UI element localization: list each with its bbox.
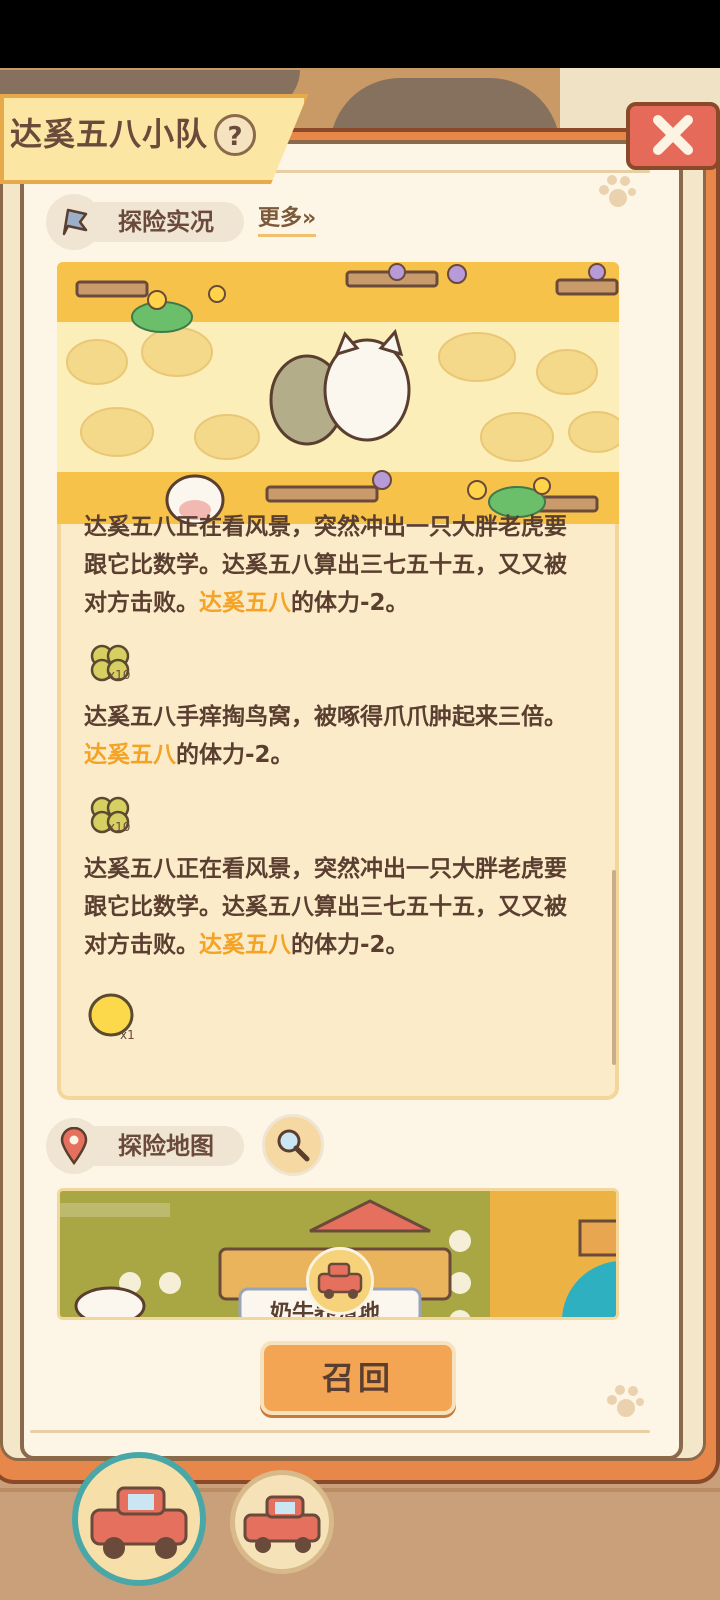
flag-icon [46,194,102,250]
adventure-map[interactable]: 奶牛养殖地 [57,1188,619,1320]
log-entry-name: 达奚五八 [84,742,176,768]
log-entry-name: 达奚五八 [199,590,291,616]
help-button[interactable]: ? [214,114,256,156]
reward-count: x1 [120,1028,135,1042]
clover-icon: x10 [88,792,138,838]
log-entry: 达奚五八手痒掏鸟窝，被啄得爪爪肿起来三倍。达奚五八的体力-2。 [84,704,567,768]
vehicle-marker [306,1247,374,1315]
paw-icon [607,1385,644,1417]
page-divider [30,1430,650,1433]
close-x-icon [653,115,693,155]
report-title: 探险实况 [118,208,214,236]
vehicle-slot-2[interactable] [230,1470,334,1574]
adventure-scene [57,262,619,524]
car-icon [243,1495,321,1553]
magnifier-button[interactable] [262,1114,324,1176]
search-icon [277,1129,310,1162]
log-scrollbar[interactable] [612,870,616,1065]
car-icon [90,1486,188,1559]
log-entry-name: 达奚五八 [199,932,291,958]
map-pin-icon [46,1118,102,1174]
clover-icon: x10 [88,640,138,686]
status-bar [0,0,720,68]
car-icon [317,1262,363,1299]
paw-icon [599,175,636,207]
reward-count: x10 [108,820,131,834]
map-title: 探险地图 [118,1132,214,1160]
vehicle-slot-1[interactable] [72,1452,206,1586]
team-title: 达奚五八小队 [10,115,209,153]
lemon-icon: x1 [86,990,140,1044]
log-entry: 达奚五八正在看风景，突然冲出一只大胖老虎要跟它比数学。达奚五八算出三七五十五，又… [84,514,567,616]
recall-button[interactable]: 召回 [260,1341,456,1415]
more-link[interactable]: 更多» [258,204,317,237]
log-entry: 达奚五八正在看风景，突然冲出一只大胖老虎要跟它比数学。达奚五八算出三七五十五，又… [84,856,567,958]
reward-count: x10 [108,668,131,682]
